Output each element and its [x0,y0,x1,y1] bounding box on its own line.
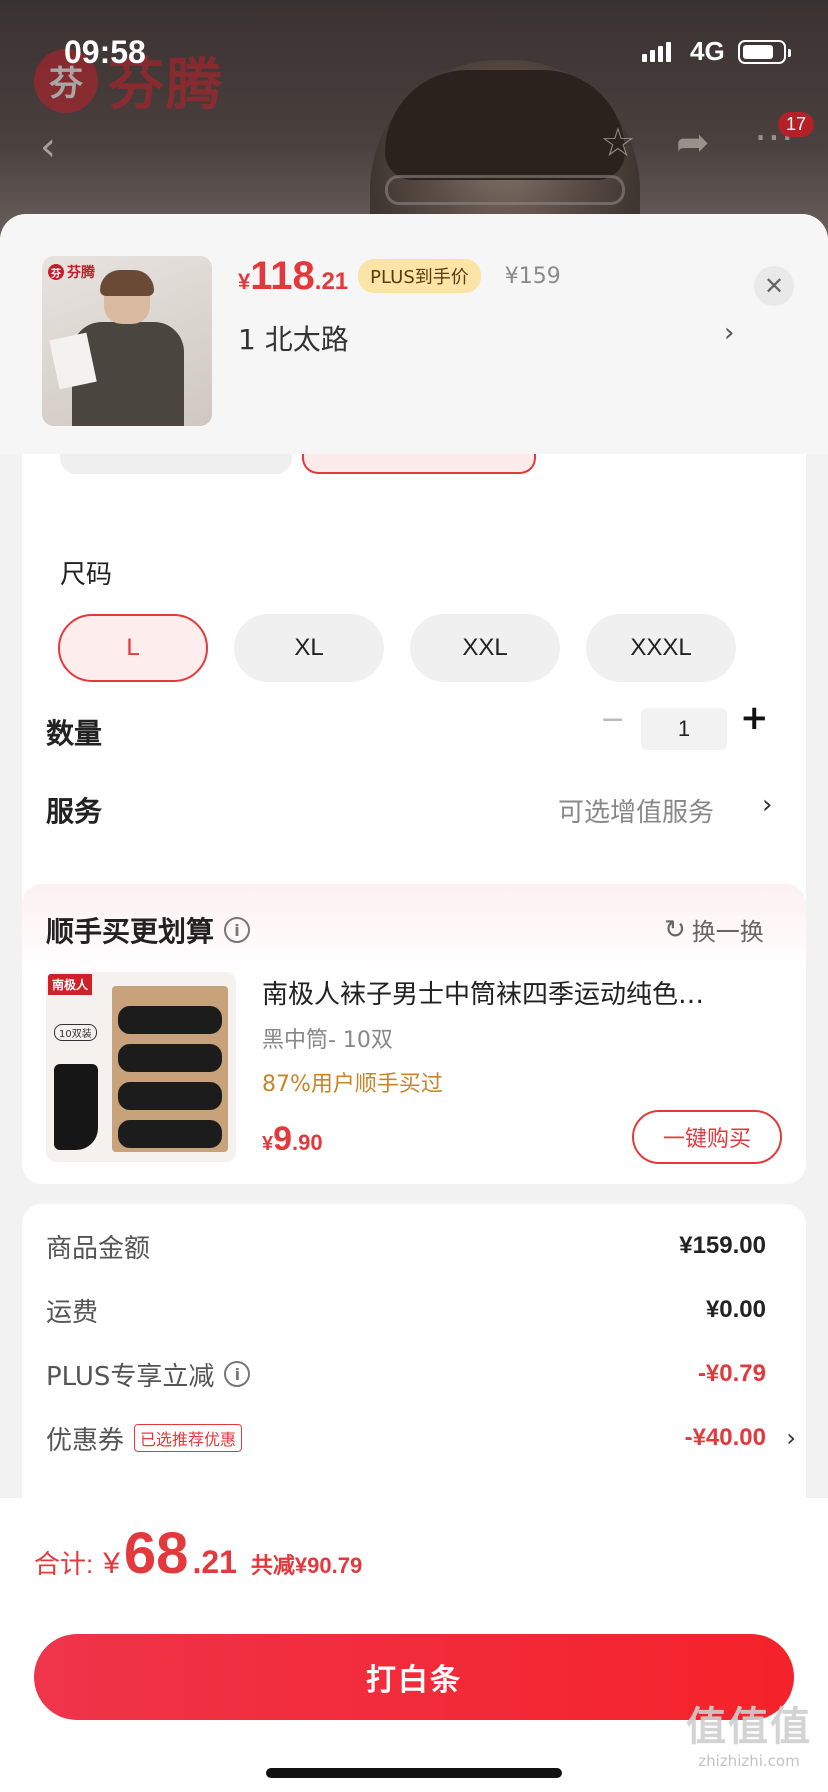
service-label: 服务 [46,795,103,828]
price-row: ¥118.21 PLUS到手价 ¥159 [238,254,561,299]
quantity-label: 数量 [46,717,103,750]
size-option-xxxl[interactable]: XXXL [586,614,736,682]
size-option-xxl[interactable]: XXL [410,614,560,682]
quantity-plus-button[interactable]: + [740,698,769,738]
summary-row-shipping: 运费 ¥0.00 [46,1296,766,1328]
status-bar: 09:58 4G [0,0,828,100]
status-time: 09:58 [64,34,146,70]
refresh-button[interactable]: ↻ 换一换 [664,912,764,947]
recommendation-card: 顺手买更划算 i ↻ 换一换 南极人 10双装 南极人袜子男士中筒袜四季运动纯色… [22,884,806,1184]
pack-count-tag: 10双装 [54,1024,97,1041]
original-price: ¥159 [504,264,561,289]
price-summary-card: 商品金额 ¥159.00 运费 ¥0.00 PLUS专享立减 i -¥0.79 … [22,1204,806,1504]
home-indicator[interactable] [266,1768,562,1778]
thumbnail-brand-text: 芬腾 [67,265,95,281]
signal-icon [642,42,671,62]
quantity-minus-button[interactable]: − [600,702,625,737]
chevron-right-icon[interactable]: › [762,790,772,820]
cart-count-badge: 17 [778,112,815,137]
size-option-xl[interactable]: XL [234,614,384,682]
share-icon[interactable]: ➦ [676,120,710,166]
sock-roll [118,1082,222,1110]
service-value[interactable]: 可选增值服务 [558,792,714,829]
close-button[interactable]: ✕ [754,266,794,306]
current-price: ¥118.21 [238,254,349,298]
sock-item [54,1064,98,1150]
recommended-product-variant: 黑中筒- 10双 [262,1028,393,1053]
back-icon[interactable]: ‹ [40,124,56,170]
order-total: 合计: ¥68.21 共减¥90.79 [34,1521,363,1586]
sheet-header: 芬芬腾 ¥118.21 PLUS到手价 ¥159 1 北太路 › ✕ [0,214,828,454]
product-thumbnail[interactable]: 芬芬腾 [42,256,212,426]
summary-row-plus-discount: PLUS专享立减 i -¥0.79 [46,1360,766,1392]
sock-roll [118,1044,222,1072]
selected-spec[interactable]: 1 北太路 [238,318,349,358]
product-brand-badge: 南极人 [48,974,93,995]
chevron-right-icon[interactable]: › [724,318,734,348]
sock-roll [118,1120,222,1148]
summary-row-subtotal: 商品金额 ¥159.00 [46,1232,766,1264]
size-options: L XL XXL XXXL [58,614,736,682]
recommended-product-price: ¥9.90 [262,1120,323,1158]
battery-icon [738,40,791,64]
info-icon[interactable]: i [224,1361,251,1387]
product-nav-bar: ‹ ☆ ➦ ⋯ 17 [0,112,828,178]
close-icon: ✕ [763,272,785,300]
chevron-right-icon[interactable]: › [786,1424,796,1452]
info-icon[interactable]: i [224,917,251,943]
size-section-label: 尺码 [60,560,113,590]
coupon-tag: 已选推荐优惠 [134,1424,243,1452]
quantity-input[interactable]: 1 [641,708,727,750]
purchase-sheet: 尺码 L XL XXL XXXL 数量 − 1 + 服务 可选增值服务 › 芬芬… [0,214,828,1792]
total-saving: 共减¥90.79 [250,1553,363,1578]
one-click-buy-button[interactable]: 一键购买 [632,1110,782,1164]
recommended-product-name[interactable]: 南极人袜子男士中筒袜四季运动纯色… [262,974,782,1011]
thumbnail-model-hair [100,270,154,296]
recommendation-title: 顺手买更划算 i [46,910,251,950]
watermark: 值值值 zhizhizhi.com [686,1704,812,1770]
checkout-footer: 合计: ¥68.21 共减¥90.79 打白条 值值值 zhizhizhi.co… [0,1498,828,1792]
thumbnail-brand: 芬芬腾 [48,262,95,282]
size-option-l[interactable]: L [58,614,208,682]
sock-roll [118,1006,222,1034]
social-proof-text: 87%用户顺手买过 [262,1072,443,1097]
refresh-icon: ↻ [664,914,686,945]
favorite-star-icon[interactable]: ☆ [600,120,636,166]
network-type: 4G [690,36,725,66]
plus-price-tag: PLUS到手价 [358,259,481,293]
product-model-glasses [385,175,625,205]
summary-row-coupon[interactable]: 优惠券 已选推荐优惠 -¥40.00 › [46,1418,796,1458]
recommended-product-image[interactable]: 南极人 10双装 [46,972,236,1162]
